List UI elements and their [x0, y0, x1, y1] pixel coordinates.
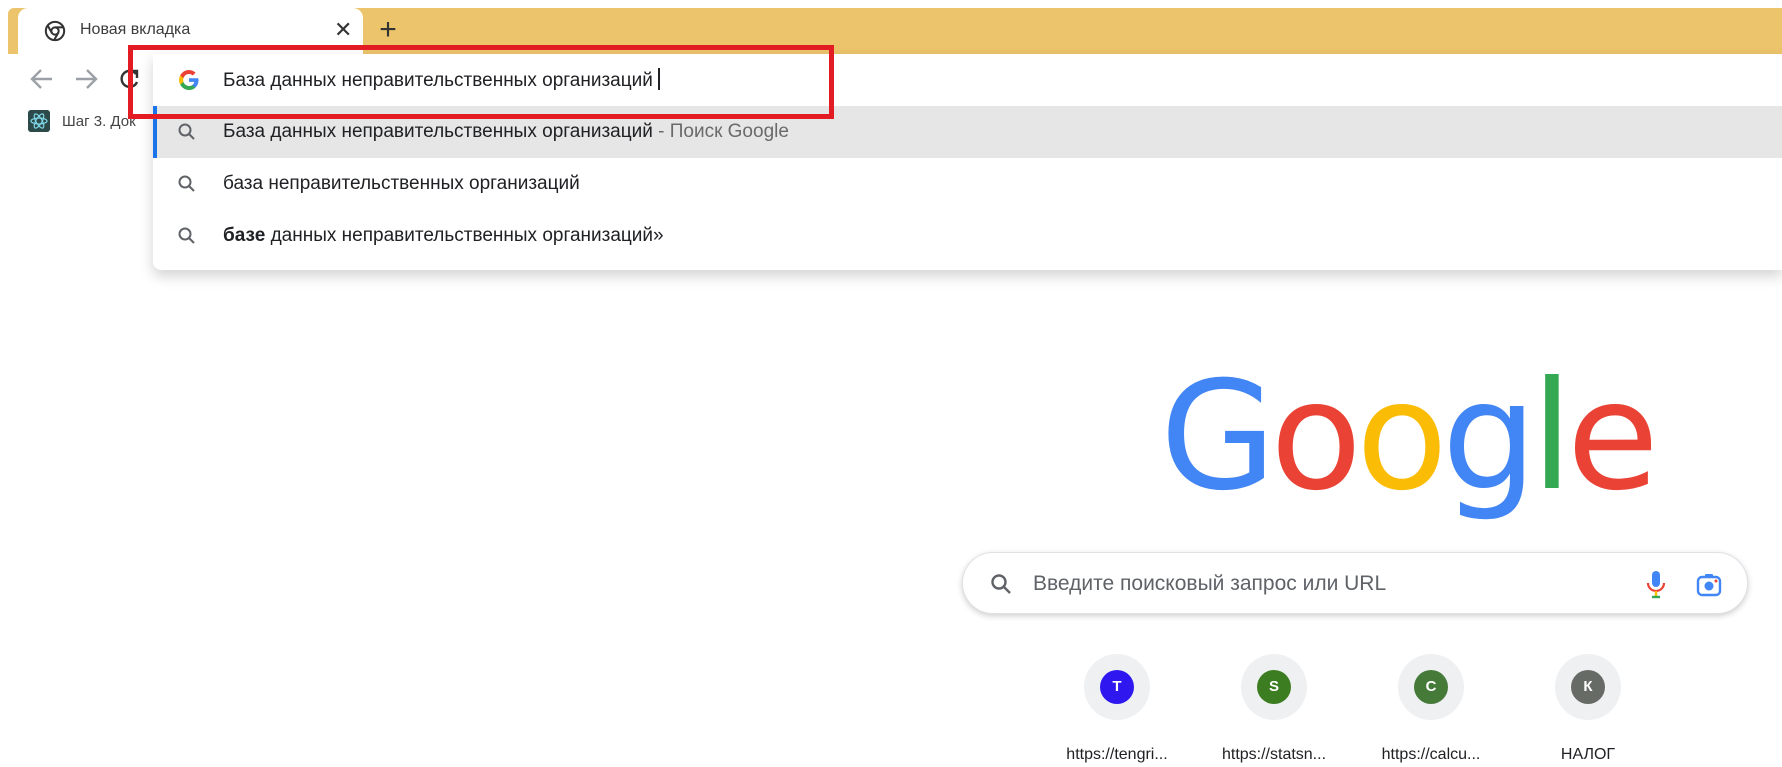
- search-icon: [178, 123, 195, 140]
- tab-title: Новая вкладка: [80, 21, 191, 38]
- chrome-icon: [44, 20, 66, 42]
- shortcut-icon-circle: S: [1241, 654, 1307, 720]
- shortcut-label: НАЛОГ: [1560, 746, 1616, 763]
- shortcut-tile[interactable]: К НАЛОГ: [1523, 654, 1653, 764]
- suggestion-text: базе данных неправительственных организа…: [223, 225, 664, 246]
- shortcut-letter: C: [1414, 670, 1448, 704]
- search-placeholder[interactable]: Введите поисковый запрос или URL: [1033, 572, 1386, 596]
- shortcut-label: https://tengri...: [1066, 746, 1168, 763]
- search-icon: [991, 574, 1011, 594]
- browser-window: Новая вкладка ✕ + Шаг 3. Док База данных…: [0, 0, 1782, 767]
- arrow-right-icon[interactable]: [72, 66, 100, 92]
- shortcut-tile[interactable]: C https://calcu...: [1366, 654, 1496, 764]
- new-tab-button[interactable]: +: [373, 14, 403, 46]
- shortcut-tile[interactable]: S https://statsn...: [1209, 654, 1339, 764]
- logo-letter: e: [1566, 350, 1659, 524]
- suggestion-item[interactable]: базе данных неправительственных организа…: [153, 210, 1782, 262]
- arrow-left-icon[interactable]: [28, 66, 56, 92]
- suggestion-text: база неправительственных организаций: [223, 173, 580, 194]
- suggestion-text: База данных неправительственных организа…: [223, 121, 789, 142]
- logo-letter: G: [1160, 350, 1276, 524]
- logo-letter: o: [1270, 350, 1362, 524]
- bookmark-label: Шаг 3. Док: [62, 113, 136, 130]
- logo-letter: g: [1441, 350, 1537, 524]
- camera-lens-icon[interactable]: [1695, 571, 1723, 599]
- logo-letter: o: [1356, 350, 1448, 524]
- shortcut-icon-circle: T: [1084, 654, 1150, 720]
- react-icon: [28, 110, 50, 132]
- shortcut-tile[interactable]: T https://tengri...: [1052, 654, 1182, 764]
- suggestion-item[interactable]: база неправительственных организаций: [153, 158, 1782, 210]
- suggestion-suffix: - Поиск Google: [652, 121, 789, 142]
- search-icon: [178, 227, 195, 244]
- search-box[interactable]: Введите поисковый запрос или URL: [962, 552, 1748, 614]
- shortcut-letter: S: [1257, 670, 1291, 704]
- google-logo: Google: [1160, 350, 1659, 524]
- shortcut-icon-circle: К: [1555, 654, 1621, 720]
- shortcut-letter: T: [1100, 670, 1134, 704]
- logo-letter: l: [1531, 350, 1573, 524]
- search-icon: [178, 175, 195, 192]
- annotation-highlight-box: [128, 45, 834, 119]
- close-tab-icon[interactable]: ✕: [334, 17, 352, 43]
- shortcut-label: https://statsn...: [1221, 746, 1327, 763]
- shortcut-label: https://calcu...: [1381, 746, 1481, 763]
- microphone-icon[interactable]: [1643, 569, 1669, 599]
- shortcut-letter: К: [1571, 670, 1605, 704]
- shortcut-icon-circle: C: [1398, 654, 1464, 720]
